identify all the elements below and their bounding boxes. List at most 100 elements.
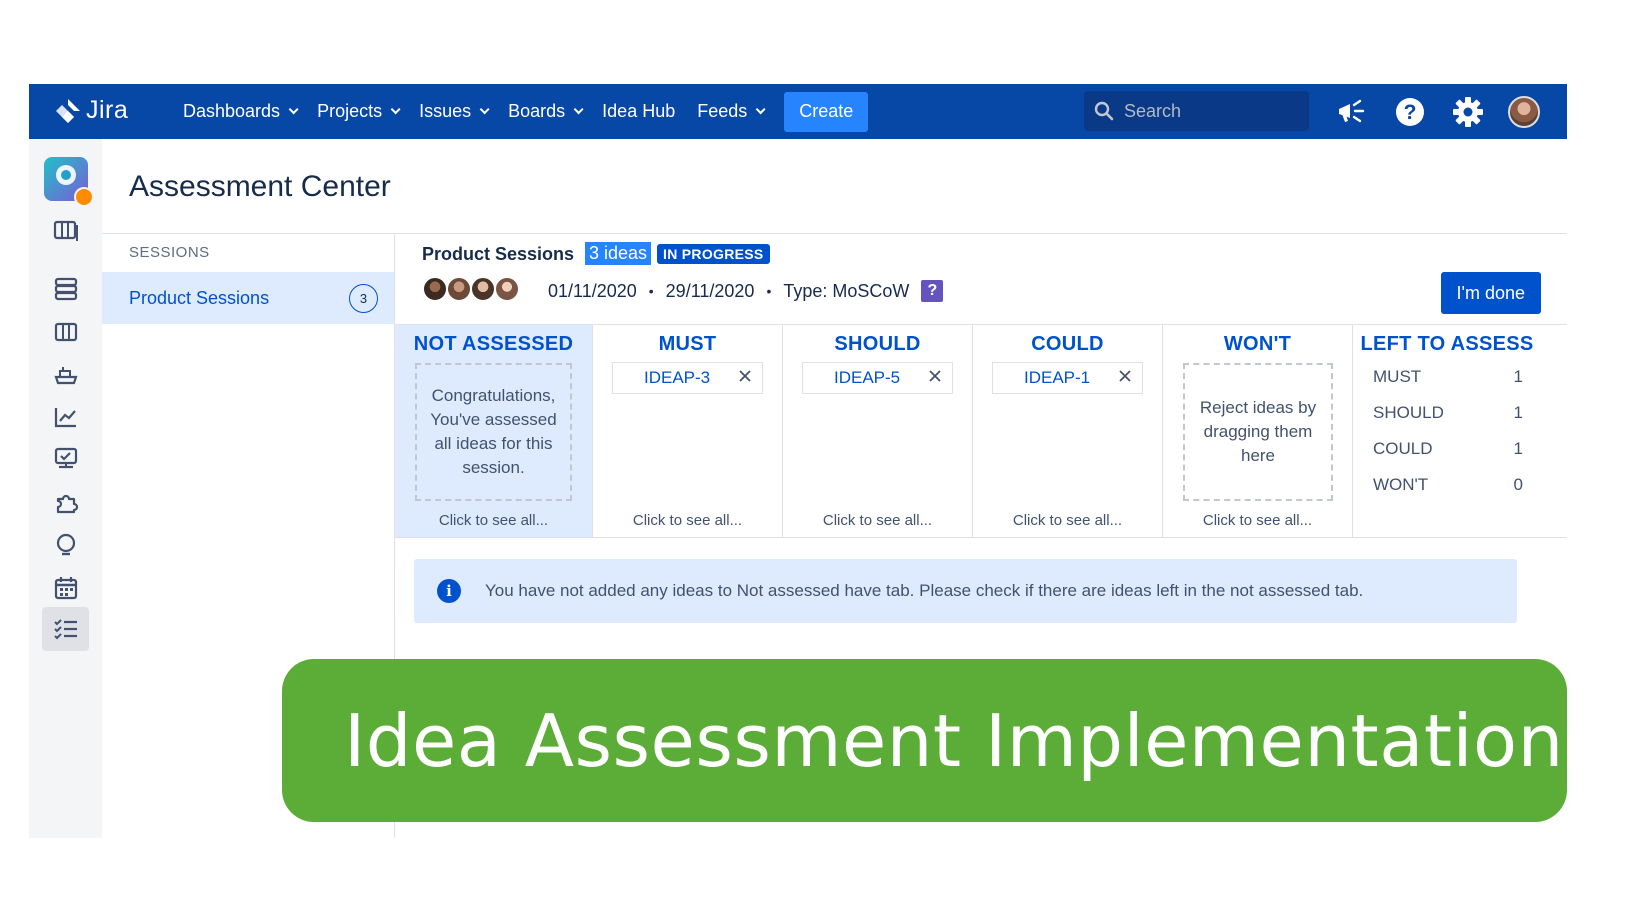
nav-boards[interactable]: Boards bbox=[508, 101, 584, 122]
calendar-icon[interactable] bbox=[51, 573, 81, 603]
summary-title: LEFT TO ASSESS bbox=[1360, 333, 1534, 355]
summary-value: 0 bbox=[1513, 475, 1523, 494]
see-all-link[interactable]: Click to see all... bbox=[1163, 512, 1352, 529]
releases-icon[interactable] bbox=[51, 360, 81, 390]
sessions-heading: SESSIONS bbox=[129, 244, 210, 261]
close-icon[interactable] bbox=[737, 368, 753, 384]
nav-issues[interactable]: Issues bbox=[419, 101, 490, 122]
nav-feeds[interactable]: Feeds bbox=[697, 101, 766, 122]
see-all-link[interactable]: Click to see all... bbox=[783, 512, 972, 529]
info-icon: i bbox=[437, 579, 461, 603]
avatar[interactable] bbox=[494, 276, 520, 302]
avatar[interactable] bbox=[422, 276, 448, 302]
jira-logo-icon bbox=[56, 98, 80, 123]
column-could: COULD IDEAP-1 Click to see all... bbox=[973, 325, 1163, 537]
session-item-product-sessions[interactable]: Product Sessions 3 bbox=[102, 272, 394, 324]
session-count-badge: 3 bbox=[349, 284, 378, 313]
nav-idea-hub-label: Idea Hub bbox=[602, 101, 676, 121]
summary-list: MUST 1 SHOULD 1 COULD 1 WON'T 0 bbox=[1373, 359, 1523, 503]
help-icon[interactable]: ? bbox=[1392, 94, 1428, 130]
search-box[interactable] bbox=[1084, 91, 1309, 131]
user-avatar[interactable] bbox=[1508, 95, 1540, 128]
session-item-label: Product Sessions bbox=[129, 287, 270, 308]
summary-row: COULD 1 bbox=[1373, 431, 1523, 467]
nav-issues-label: Issues bbox=[419, 101, 472, 121]
lightbulb-icon[interactable] bbox=[51, 530, 81, 560]
caption-banner: Idea Assessment Implementation bbox=[282, 659, 1567, 822]
start-date: 01/11/2020 bbox=[548, 280, 637, 301]
page-title: Assessment Center bbox=[129, 170, 391, 203]
session-type: Type: MoSCoW bbox=[783, 280, 910, 301]
close-icon[interactable] bbox=[927, 368, 943, 384]
summary-label: WON'T bbox=[1373, 475, 1429, 494]
caption-text: Idea Assessment Implementation bbox=[344, 698, 1564, 783]
avatar[interactable] bbox=[470, 276, 496, 302]
column-title: COULD bbox=[1031, 333, 1104, 355]
see-all-link[interactable]: Click to see all... bbox=[973, 512, 1162, 529]
nav-idea-hub[interactable]: Idea Hub bbox=[602, 101, 675, 122]
top-navigation: Jira Dashboards Projects Issues Boards I… bbox=[29, 84, 1567, 139]
puzzle-icon[interactable] bbox=[51, 488, 81, 518]
see-all-link[interactable]: Click to see all... bbox=[395, 512, 592, 529]
nav-dashboards-label: Dashboards bbox=[183, 101, 281, 121]
reports-icon[interactable] bbox=[51, 402, 81, 432]
nav-projects[interactable]: Projects bbox=[317, 101, 401, 122]
column-title: WON'T bbox=[1223, 333, 1292, 355]
separator-dot: • bbox=[766, 283, 772, 299]
create-button[interactable]: Create bbox=[784, 91, 869, 132]
svg-text:?: ? bbox=[1404, 101, 1417, 124]
idea-key[interactable]: IDEAP-1 bbox=[1024, 368, 1090, 388]
assessment-board: NOT ASSESSED Congratulations, You've ass… bbox=[395, 324, 1567, 538]
megaphone-icon[interactable] bbox=[1334, 94, 1370, 130]
checklist-icon[interactable] bbox=[42, 607, 89, 651]
chevron-down-icon bbox=[573, 104, 584, 115]
avatar[interactable] bbox=[446, 276, 472, 302]
done-button[interactable]: I'm done bbox=[1440, 272, 1541, 314]
columns-icon[interactable] bbox=[51, 317, 81, 347]
nav-dashboards[interactable]: Dashboards bbox=[183, 101, 299, 122]
nav-boards-label: Boards bbox=[508, 101, 566, 121]
chevron-down-icon bbox=[390, 104, 401, 115]
summary-row: WON'T 0 bbox=[1373, 467, 1523, 503]
summary-label: MUST bbox=[1373, 367, 1422, 386]
idea-key[interactable]: IDEAP-5 bbox=[834, 368, 900, 388]
summary-value: 1 bbox=[1513, 403, 1523, 422]
chevron-down-icon bbox=[288, 104, 299, 115]
project-sidebar bbox=[29, 139, 102, 838]
drop-zone[interactable]: Congratulations, You've assessed all ide… bbox=[415, 363, 572, 501]
see-all-link[interactable]: Click to see all... bbox=[593, 512, 782, 529]
jira-logo[interactable]: Jira bbox=[54, 96, 128, 125]
search-input[interactable] bbox=[1124, 100, 1294, 122]
question-icon[interactable]: ? bbox=[921, 280, 944, 302]
status-badge: IN PROGRESS bbox=[657, 244, 770, 264]
ideas-count-chip: 3 ideas bbox=[585, 242, 652, 265]
summary-row: MUST 1 bbox=[1373, 359, 1523, 395]
idea-card[interactable]: IDEAP-3 bbox=[612, 362, 763, 394]
settings-icon[interactable] bbox=[1450, 94, 1486, 130]
backlog-icon[interactable] bbox=[51, 274, 81, 304]
summary-value: 1 bbox=[1513, 439, 1523, 458]
project-avatar[interactable] bbox=[44, 157, 94, 207]
end-date: 29/11/2020 bbox=[665, 280, 755, 301]
empty-message: Reject ideas by dragging them here bbox=[1199, 398, 1317, 465]
empty-message: Congratulations, You've assessed all ide… bbox=[430, 386, 557, 477]
board-icon[interactable] bbox=[51, 216, 81, 246]
session-meta: 01/11/2020 • 29/11/2020 • Type: MoSCoW ? bbox=[548, 280, 944, 302]
session-title: Product Sessions bbox=[422, 244, 575, 264]
idea-card[interactable]: IDEAP-5 bbox=[802, 362, 953, 394]
idea-key[interactable]: IDEAP-3 bbox=[644, 368, 710, 388]
presentation-icon[interactable] bbox=[51, 444, 81, 474]
close-icon[interactable] bbox=[1117, 368, 1133, 384]
column-must: MUST IDEAP-3 Click to see all... bbox=[593, 325, 783, 537]
participants bbox=[422, 276, 520, 302]
column-left-to-assess: LEFT TO ASSESS MUST 1 SHOULD 1 COULD 1 WON'… bbox=[1353, 325, 1541, 537]
info-banner: i You have not added any ideas to Not as… bbox=[414, 559, 1517, 623]
idea-card[interactable]: IDEAP-1 bbox=[992, 362, 1143, 394]
summary-label: SHOULD bbox=[1373, 403, 1444, 422]
column-title: MUST bbox=[658, 333, 717, 355]
separator-dot: • bbox=[648, 283, 654, 299]
column-title: NOT ASSESSED bbox=[413, 333, 574, 355]
drop-zone[interactable]: Reject ideas by dragging them here bbox=[1183, 363, 1333, 501]
column-title: SHOULD bbox=[834, 333, 921, 355]
main-menu: Dashboards Projects Issues Boards Idea H… bbox=[183, 84, 869, 139]
